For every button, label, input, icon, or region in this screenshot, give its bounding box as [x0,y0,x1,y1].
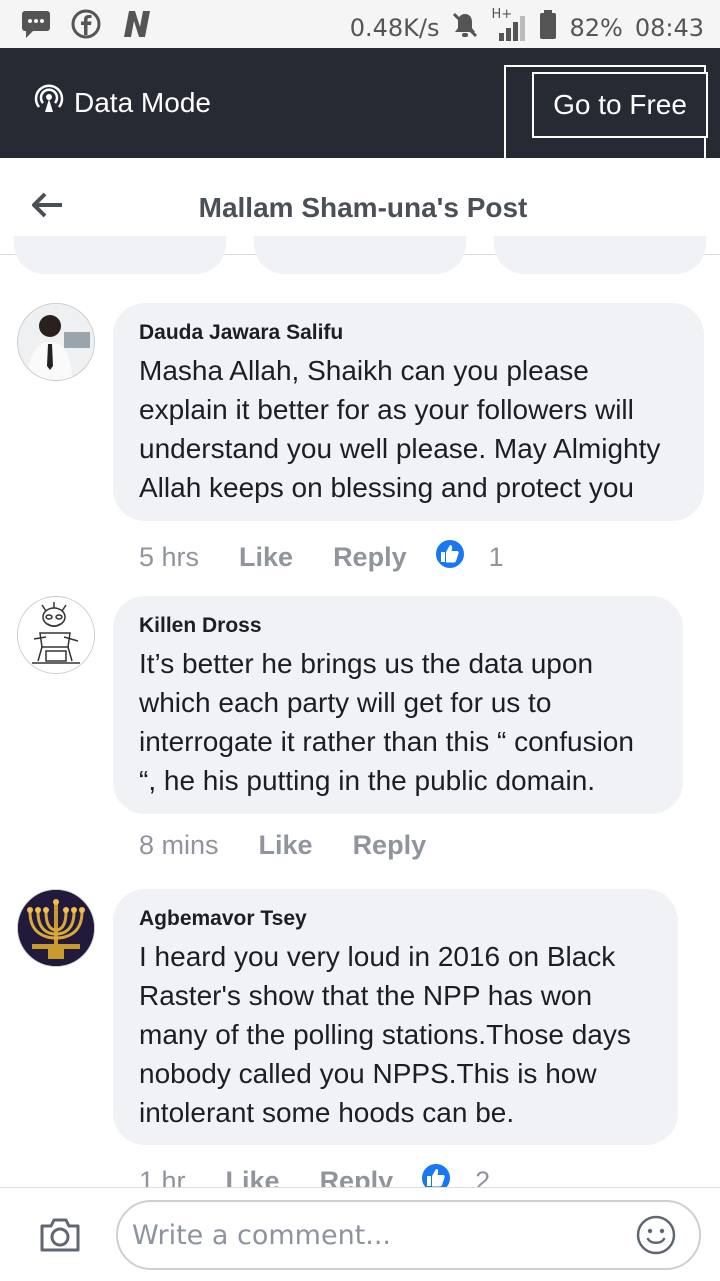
reply-button[interactable]: Reply [333,542,407,573]
data-mode-label: Data Mode [74,86,211,118]
comment-author[interactable]: Agbemavor Tsey [139,907,652,931]
broadcast-icon [34,84,64,121]
comment-author[interactable]: Dauda Jawara Salifu [139,321,678,345]
n-app-icon [120,9,154,44]
comment-text: It’s better he brings us the data upon w… [139,648,634,796]
comment-bubble[interactable]: Killen Dross It’s better he brings us th… [113,596,683,814]
comment-placeholder: Write a comment... [132,1220,392,1251]
status-right: 0.48K/s H+ 82% 08:43 [349,7,704,46]
page-title: Mallam Sham-una's Post [198,192,528,223]
like-button[interactable]: Like [259,830,313,861]
status-bar: 0.48K/s H+ 82% 08:43 [0,0,720,48]
go-to-free-button[interactable]: Go to Free [532,72,708,138]
comment-composer: Write a comment... [0,1187,720,1281]
message-icon [20,8,52,45]
network-speed: 0.48K/s [349,14,440,42]
comment-bubble[interactable]: Agbemavor Tsey I heard you very loud in … [113,889,678,1145]
comment-actions: 5 hrs Like Reply 1 [139,537,504,578]
avatar[interactable] [17,303,95,381]
mute-icon [451,11,479,45]
thumbs-up-icon [433,537,467,578]
comment-input[interactable]: Write a comment... [116,1200,701,1270]
comment-actions: 8 mins Like Reply [139,830,426,861]
battery-percent: 82% [569,14,623,42]
comment-time[interactable]: 5 hrs [139,542,199,573]
status-left-icons [20,8,154,45]
post-action-pill[interactable] [494,236,706,274]
post-action-pill[interactable] [14,236,226,274]
comment-text: I heard you very loud in 2016 on Black R… [139,941,631,1128]
avatar[interactable] [17,889,95,967]
battery-icon [539,10,557,46]
facebook-icon [70,8,102,45]
reaction-count: 1 [488,542,504,572]
reaction-summary[interactable]: 1 [433,537,504,578]
smiley-icon [635,1215,677,1260]
emoji-button[interactable] [635,1214,677,1261]
reply-button[interactable]: Reply [353,830,427,861]
clock: 08:43 [634,14,704,42]
camera-button[interactable] [38,1216,82,1259]
comment-text: Masha Allah, Shaikh can you please expla… [139,355,661,503]
post-action-pill[interactable] [254,236,466,274]
data-mode-toggle[interactable]: Data Mode [34,84,211,121]
data-mode-bar: Data Mode Go to Free [0,48,720,165]
like-button[interactable]: Like [239,542,293,573]
comment-time[interactable]: 8 mins [139,830,219,861]
signal-icon: H+ [491,7,527,43]
avatar[interactable] [17,596,95,674]
comment-bubble[interactable]: Dauda Jawara Salifu Masha Allah, Shaikh … [113,303,704,521]
comment-author[interactable]: Killen Dross [139,614,657,638]
camera-icon [38,1218,82,1258]
